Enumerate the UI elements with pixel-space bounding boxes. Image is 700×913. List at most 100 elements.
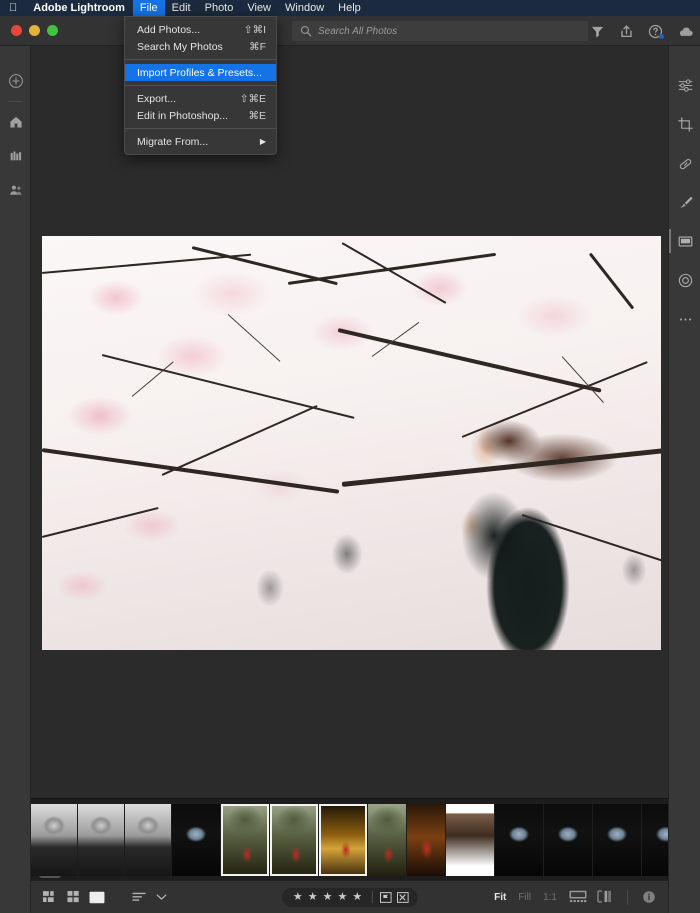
zoom-fit-button[interactable]: Fit <box>494 892 506 903</box>
search-bar[interactable]: Search All Photos <box>292 21 588 41</box>
menu-item-label: Add Photos... <box>137 23 201 36</box>
macos-menubar:  Adobe Lightroom FileEditPhotoViewWindo… <box>0 0 700 16</box>
zoom-fill-button[interactable]: Fill <box>518 892 531 903</box>
flag-pick-icon[interactable] <box>379 891 392 903</box>
menubar-items: File Edit Photo View Window Help <box>132 0 368 16</box>
left-sidebar <box>0 46 31 913</box>
menu-item-label: Import Profiles & Presets... <box>137 66 262 79</box>
apple-logo-icon[interactable]:  <box>6 0 25 16</box>
rating-flag-group: ★ ★ ★ ★ ★ <box>281 887 418 907</box>
sort-chevron-down-icon[interactable] <box>156 893 167 901</box>
filmstrip-thumbnail[interactable] <box>642 803 668 876</box>
filmstrip-thumbnail[interactable] <box>544 803 592 876</box>
help-icon[interactable] <box>648 24 664 39</box>
menu-item-edit-in-photoshop[interactable]: Edit in Photoshop... ⌘E <box>125 107 276 124</box>
photo-content <box>42 236 661 650</box>
edit-sliders-icon[interactable] <box>669 66 700 105</box>
filmstrip-thumbnail[interactable] <box>407 803 445 876</box>
file-menu-dropdown[interactable]: Add Photos... ⇧⌘I Search My Photos ⌘F Import… <box>124 16 277 155</box>
filmstrip-toggle-icon[interactable] <box>569 890 587 904</box>
star-2[interactable]: ★ <box>308 891 318 903</box>
menubar-app-name[interactable]: Adobe Lightroom <box>25 0 133 16</box>
share-icon[interactable] <box>619 24 634 39</box>
filmstrip-thumbnail[interactable] <box>125 803 171 876</box>
filmstrip-thumbnail[interactable] <box>172 803 220 876</box>
filmstrip-thumbnail[interactable] <box>368 803 406 876</box>
menu-item-shortcut: ⇧⌘E <box>239 92 266 105</box>
menu-item-search-my-photos[interactable]: Search My Photos ⌘F <box>125 38 276 55</box>
bottom-toolbar: ★ ★ ★ ★ ★ Fit Fill 1:1 <box>31 880 668 913</box>
menu-item-shortcut: ⇧⌘I <box>243 23 266 36</box>
filmstrip-thumbnail[interactable] <box>221 803 269 876</box>
flag-reject-icon[interactable] <box>396 891 409 903</box>
filmstrip[interactable] <box>31 798 668 880</box>
main-photo[interactable] <box>42 236 661 650</box>
close-button[interactable] <box>11 25 22 36</box>
menubar-item-window[interactable]: Window <box>278 0 331 16</box>
right-sidebar <box>668 46 700 913</box>
filmstrip-thumbnail[interactable] <box>31 803 77 876</box>
masking-icon[interactable] <box>669 222 700 261</box>
topbar-actions <box>590 21 693 41</box>
menubar-item-view[interactable]: View <box>240 0 278 16</box>
menu-separator <box>125 59 276 60</box>
star-4[interactable]: ★ <box>337 891 347 903</box>
menu-item-migrate-from[interactable]: Migrate From... ▶ <box>125 133 276 150</box>
star-rating[interactable]: ★ ★ ★ ★ ★ <box>290 891 364 903</box>
search-input[interactable]: Search All Photos <box>318 26 397 37</box>
filmstrip-thumbnail[interactable] <box>78 803 124 876</box>
filmstrip-thumbnail[interactable] <box>446 803 494 876</box>
filmstrip-thumbnail[interactable] <box>270 803 318 876</box>
window-traffic-lights <box>0 25 60 36</box>
cloud-icon[interactable] <box>677 24 693 39</box>
filmstrip-thumbnail[interactable] <box>319 803 367 876</box>
zoom-1to1-button[interactable]: 1:1 <box>543 892 557 903</box>
search-icon <box>300 25 312 37</box>
square-grid-icon[interactable] <box>67 891 80 903</box>
menubar-item-file[interactable]: File <box>132 0 165 16</box>
crop-icon[interactable] <box>669 105 700 144</box>
menu-item-label: Edit in Photoshop... <box>137 109 229 122</box>
menu-item-label: Migrate From... <box>137 135 209 148</box>
filmstrip-thumbnail[interactable] <box>593 803 641 876</box>
photo-stage <box>31 46 668 798</box>
menu-item-add-photos[interactable]: Add Photos... ⇧⌘I <box>125 21 276 38</box>
menu-separator <box>125 85 276 86</box>
help-badge <box>659 33 664 39</box>
star-1[interactable]: ★ <box>293 891 303 903</box>
library-icon[interactable] <box>0 139 31 173</box>
filmstrip-thumbnail[interactable] <box>495 803 543 876</box>
toolbar-divider <box>627 889 628 905</box>
menu-item-label: Export... <box>137 92 177 105</box>
detail-view-icon[interactable] <box>89 891 105 904</box>
menubar-item-photo[interactable]: Photo <box>198 0 241 16</box>
more-icon[interactable] <box>669 300 700 339</box>
submenu-arrow-icon: ▶ <box>259 137 266 146</box>
sort-icon[interactable] <box>132 892 147 903</box>
brush-icon[interactable] <box>669 183 700 222</box>
home-icon[interactable] <box>0 105 31 139</box>
menu-item-export[interactable]: Export... ⇧⌘E <box>125 90 276 107</box>
lightroom-window: Search All Photos ★ ★ ★ ★ ★ Fit Fill 1:1 <box>0 16 700 913</box>
menubar-item-edit[interactable]: Edit <box>165 0 198 16</box>
add-photos-icon[interactable] <box>0 64 31 98</box>
rating-divider <box>371 891 373 903</box>
grid-view-icon[interactable] <box>43 891 58 903</box>
healing-icon[interactable] <box>669 144 700 183</box>
filter-icon[interactable] <box>590 24 605 39</box>
shared-icon[interactable] <box>0 173 31 207</box>
zoom-button[interactable] <box>47 25 58 36</box>
star-3[interactable]: ★ <box>323 891 333 903</box>
menu-separator <box>125 128 276 129</box>
menu-item-shortcut: ⌘E <box>248 109 266 122</box>
menu-item-label: Search My Photos <box>137 40 223 53</box>
zoom-and-tools-group: Fit Fill 1:1 <box>494 889 658 905</box>
info-icon[interactable] <box>642 890 658 904</box>
star-5[interactable]: ★ <box>352 891 362 903</box>
minimize-button[interactable] <box>29 25 40 36</box>
view-mode-group <box>31 891 167 904</box>
presets-icon[interactable] <box>669 261 700 300</box>
before-after-icon[interactable] <box>597 890 613 904</box>
menubar-item-help[interactable]: Help <box>331 0 368 16</box>
menu-item-import-profiles-presets[interactable]: Import Profiles & Presets... <box>125 64 276 81</box>
